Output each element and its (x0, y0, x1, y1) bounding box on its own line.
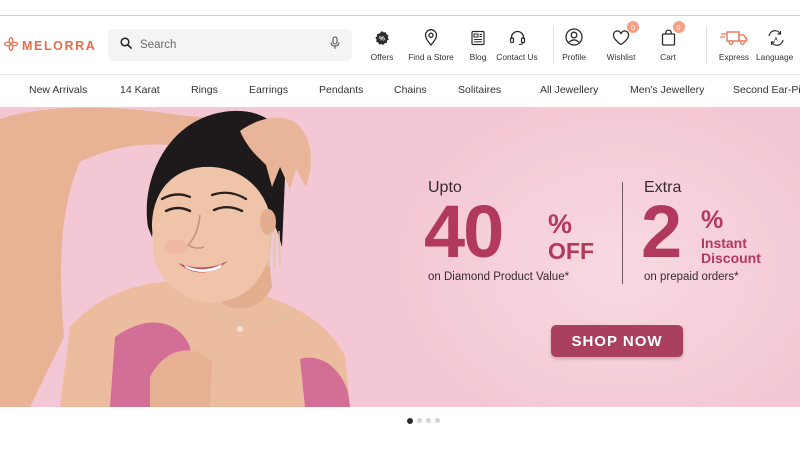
carousel-dot-4[interactable] (435, 418, 440, 423)
carousel-dots (407, 417, 440, 424)
category-nav: New Arrivals 14 Karat Rings Earrings Pen… (0, 75, 800, 105)
offer-instant-line: Instant (701, 235, 747, 251)
offer-divider (622, 182, 623, 284)
shop-now-button[interactable]: SHOP NOW (551, 325, 683, 357)
carousel-dot-1[interactable] (407, 417, 413, 424)
cart-link[interactable]: 0 Cart (638, 21, 698, 62)
brand-name: MELORRA (22, 39, 97, 53)
svg-text:%: % (379, 36, 385, 43)
blog-icon (470, 26, 486, 46)
offers-percent-icon: % (374, 26, 390, 46)
language-icon: A (756, 26, 796, 46)
offer-2-percent: % (701, 206, 724, 234)
truck-icon (720, 26, 748, 46)
offer-2-value: 2 (641, 190, 683, 273)
offer-off-label: OFF (548, 238, 594, 264)
carousel-dot-2[interactable] (417, 418, 422, 423)
brand-logo[interactable]: MELORRA (3, 36, 97, 56)
nav-item-second-ear-piercing[interactable]: Second Ear-Piercing (733, 84, 800, 96)
express-link[interactable]: Express (704, 26, 764, 62)
offer-discount-line: Discount (701, 250, 761, 266)
carousel-dot-3[interactable] (426, 418, 431, 423)
offer-40-value: 40 (424, 190, 504, 273)
contact-link[interactable]: Contact Us (487, 26, 547, 62)
heart-icon: 0 (612, 21, 639, 46)
wishlist-label: Wishlist (606, 52, 636, 62)
nav-item-chains[interactable]: Chains (394, 84, 427, 96)
model-image (0, 107, 350, 407)
headset-icon (509, 26, 526, 46)
nav-item-14-karat[interactable]: 14 Karat (120, 84, 160, 96)
contact-label: Contact Us (496, 52, 538, 62)
svg-text:A: A (774, 37, 778, 43)
offer-40-percent: % (548, 209, 573, 239)
offer-diamond-subtext: on Diamond Product Value* (428, 271, 570, 283)
nav-item-pendants[interactable]: Pendants (319, 84, 363, 96)
mic-icon[interactable] (330, 35, 340, 55)
nav-item-new-arrivals[interactable]: New Arrivals (29, 84, 87, 96)
nav-item-solitaires[interactable]: Solitaires (458, 84, 501, 96)
search-icon[interactable] (120, 36, 132, 54)
map-pin-icon (424, 26, 438, 46)
offers-label: Offers (370, 52, 394, 62)
cart-bag-icon: 0 (661, 21, 685, 46)
offer-prepaid-subtext: on prepaid orders* (644, 271, 739, 283)
hero-banner[interactable]: Upto 40 % OFF on Diamond Product Value* … (0, 107, 800, 407)
language-link[interactable]: A Language (756, 26, 800, 62)
language-label: Language (756, 52, 794, 62)
search-bar[interactable] (108, 29, 352, 61)
profile-label: Profile (562, 52, 586, 62)
user-icon (565, 26, 583, 46)
site-header: MELORRA % Offers Find a Store Blog Conta… (0, 16, 800, 74)
offer-instant-discount: Instant Discount (701, 236, 761, 266)
cart-label: Cart (660, 52, 676, 62)
flower-logo-icon (3, 36, 18, 56)
nav-item-rings[interactable]: Rings (191, 84, 218, 96)
blog-label: Blog (469, 52, 487, 62)
find-store-label: Find a Store (408, 52, 454, 62)
nav-item-earrings[interactable]: Earrings (249, 84, 288, 96)
nav-item-mens-jewellery[interactable]: Men's Jewellery (630, 84, 704, 96)
express-label: Express (718, 52, 750, 62)
nav-item-all-jewellery[interactable]: All Jewellery (540, 84, 598, 96)
search-input[interactable] (140, 39, 330, 51)
cart-count-badge: 0 (672, 21, 685, 33)
